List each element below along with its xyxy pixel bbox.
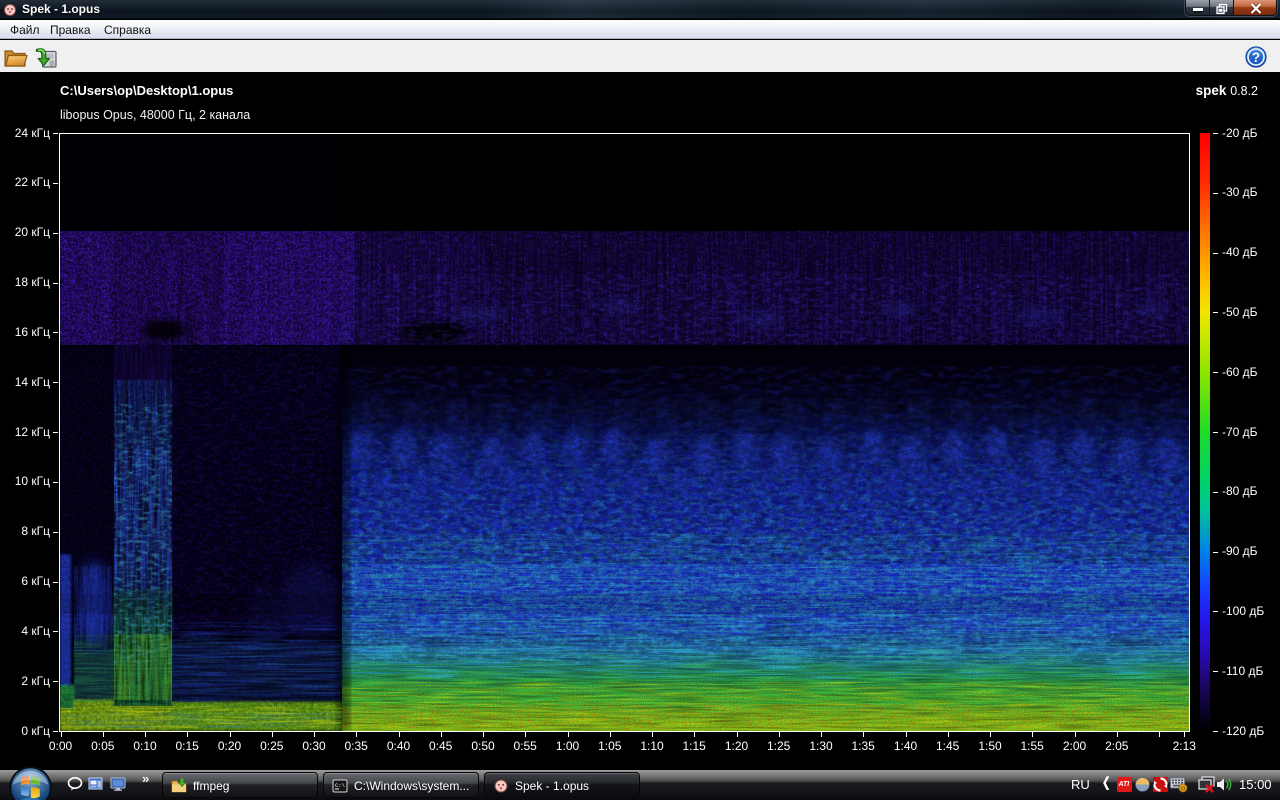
svg-text:C:\: C:\ [335, 782, 345, 789]
svg-text:?: ? [1252, 50, 1260, 65]
